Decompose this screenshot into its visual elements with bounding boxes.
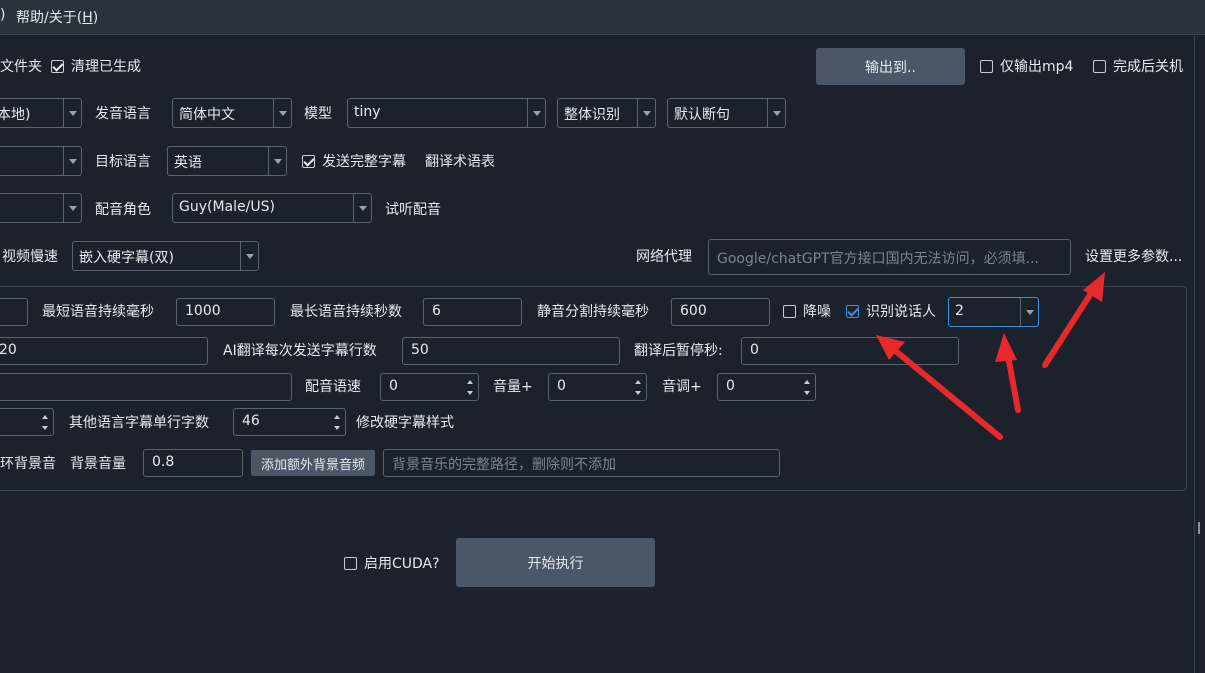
arrowhead-icon — [995, 333, 1017, 362]
arrow-to-speaker-checkbox — [883, 340, 1003, 440]
arrow-to-more-params — [1042, 281, 1100, 368]
annotation-arrows — [876, 272, 1105, 440]
